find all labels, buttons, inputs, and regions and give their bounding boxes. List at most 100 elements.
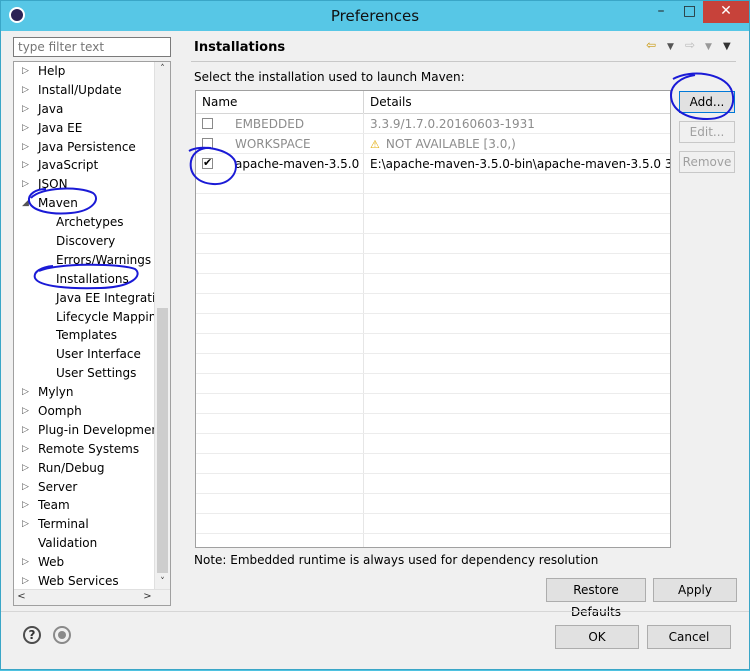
tree-item-label: Web Services <box>38 574 119 589</box>
tree-item-validation[interactable]: Validation <box>14 534 156 553</box>
collapsed-arrow-icon[interactable]: ▷ <box>22 100 32 118</box>
grid-line <box>196 433 670 434</box>
back-arrow-icon[interactable]: ⇦ <box>646 38 656 52</box>
footer-divider <box>1 611 749 612</box>
collapsed-arrow-icon[interactable]: ▷ <box>22 81 32 99</box>
tree-item-templates[interactable]: Templates <box>14 326 156 345</box>
tree-item-install-update[interactable]: ▷ Install/Update <box>14 81 156 100</box>
remove-button[interactable]: Remove <box>679 151 735 173</box>
tree-item-maven[interactable]: ◢ Maven <box>14 194 156 213</box>
column-header-details[interactable]: Details <box>370 95 412 109</box>
window-title: Preferences <box>330 7 420 25</box>
minimize-button[interactable]: – <box>646 1 676 23</box>
table-row-workspace[interactable]: WORKSPACE ⚠ NOT AVAILABLE [3.0,) <box>196 134 670 154</box>
collapsed-arrow-icon[interactable]: ▷ <box>22 553 32 571</box>
grid-line <box>196 513 670 514</box>
collapsed-arrow-icon[interactable]: ▷ <box>22 478 32 496</box>
scroll-down-arrow-icon[interactable]: ˅ <box>155 575 170 590</box>
table-row-apache-maven[interactable]: ✔ apache-maven-3.5.0 E:\apache-maven-3.5… <box>196 154 670 174</box>
scroll-thumb[interactable] <box>157 308 168 573</box>
tree-item-user-interface[interactable]: User Interface <box>14 345 156 364</box>
collapsed-arrow-icon[interactable]: ▷ <box>22 459 32 477</box>
tree-item-label: Help <box>38 64 66 78</box>
tree-item-help[interactable]: ▷ Help <box>14 62 156 81</box>
tree-item-run-debug[interactable]: ▷ Run/Debug <box>14 459 156 478</box>
tree-item-server[interactable]: ▷ Server <box>14 478 156 497</box>
row-checkbox[interactable] <box>202 118 213 129</box>
collapsed-arrow-icon[interactable]: ▷ <box>22 138 32 156</box>
row-name: EMBEDDED <box>235 117 305 131</box>
warning-icon: ⚠ <box>370 138 380 151</box>
forward-menu-chevron-icon[interactable]: ▼ <box>705 42 712 52</box>
collapsed-arrow-icon[interactable]: ▷ <box>22 383 32 401</box>
expanded-arrow-icon[interactable]: ◢ <box>22 194 32 212</box>
column-header-name[interactable]: Name <box>202 95 237 109</box>
tree-horizontal-scrollbar[interactable]: < > <box>14 589 170 605</box>
row-checkbox[interactable]: ✔ <box>202 157 213 169</box>
cancel-button[interactable]: Cancel <box>647 625 731 649</box>
tree-item-label: Maven <box>38 196 78 211</box>
tree-item-mylyn[interactable]: ▷ Mylyn <box>14 383 156 402</box>
grid-line <box>196 493 670 494</box>
view-menu-icon[interactable]: ▼ <box>723 41 731 52</box>
tree-item-label: Team <box>38 498 70 513</box>
scroll-right-arrow-icon[interactable]: > <box>140 590 155 605</box>
tree-item-team[interactable]: ▷ Team <box>14 496 156 515</box>
tree-item-archetypes[interactable]: Archetypes <box>14 213 156 232</box>
apply-button[interactable]: Apply <box>653 578 737 602</box>
embedded-runtime-note: Note: Embedded runtime is always used fo… <box>194 553 599 567</box>
collapsed-arrow-icon[interactable]: ▷ <box>22 421 32 439</box>
ok-button[interactable]: OK <box>555 625 639 649</box>
tree-item-lifecycle-mappings[interactable]: Lifecycle Mappings <box>14 308 170 327</box>
tree-item-java[interactable]: ▷ Java <box>14 100 156 119</box>
tree-item-java-ee-integration[interactable]: Java EE Integration <box>14 289 170 308</box>
maximize-button[interactable]: □ <box>676 1 703 23</box>
tree-item-terminal[interactable]: ▷ Terminal <box>14 515 156 534</box>
grid-line <box>196 213 670 214</box>
grid-line <box>196 273 670 274</box>
tree-item-errors-warnings[interactable]: Errors/Warnings <box>14 251 156 270</box>
scroll-left-arrow-icon[interactable]: < <box>14 590 29 605</box>
add-button[interactable]: Add... <box>679 91 735 113</box>
tree-list: ▷ Help ▷ Install/Update ▷ Java ▷ Java EE ▷ Java P… <box>14 62 170 591</box>
tree-vertical-scrollbar[interactable]: ˄ ˅ <box>154 62 170 590</box>
collapsed-arrow-icon[interactable]: ▷ <box>22 572 32 590</box>
grid-line <box>196 473 670 474</box>
tree-item-label: JSON <box>38 177 68 192</box>
collapsed-arrow-icon[interactable]: ▷ <box>22 496 32 514</box>
collapsed-arrow-icon[interactable]: ▷ <box>22 440 32 458</box>
close-button[interactable]: ✕ <box>703 1 749 23</box>
collapsed-arrow-icon[interactable]: ▷ <box>22 515 32 533</box>
tree-item-java-persistence[interactable]: ▷ Java Persistence <box>14 138 156 157</box>
back-menu-chevron-icon[interactable]: ▼ <box>667 42 674 52</box>
table-header: Name Details <box>196 91 670 114</box>
tree-item-json[interactable]: ▷ JSON <box>14 175 156 194</box>
tree-item-java-ee[interactable]: ▷ Java EE <box>14 119 156 138</box>
collapsed-arrow-icon[interactable]: ▷ <box>22 119 32 137</box>
tree-item-user-settings[interactable]: User Settings <box>14 364 156 383</box>
tree-item-plug-in-development[interactable]: ▷ Plug-in Development <box>14 421 164 440</box>
edit-button[interactable]: Edit... <box>679 121 735 143</box>
tree-item-remote-systems[interactable]: ▷ Remote Systems <box>14 440 156 459</box>
collapsed-arrow-icon[interactable]: ▷ <box>22 156 32 174</box>
tree-item-installations[interactable]: Installations <box>14 270 156 289</box>
filter-input[interactable] <box>13 37 171 57</box>
scroll-up-arrow-icon[interactable]: ˄ <box>155 62 170 77</box>
import-export-icon[interactable] <box>53 626 71 644</box>
row-checkbox[interactable] <box>202 138 213 149</box>
forward-arrow-icon[interactable]: ⇨ <box>685 38 695 52</box>
collapsed-arrow-icon[interactable]: ▷ <box>22 402 32 420</box>
column-divider[interactable] <box>363 91 364 113</box>
tree-item-javascript[interactable]: ▷ JavaScript <box>14 156 156 175</box>
help-icon[interactable]: ? <box>23 626 41 644</box>
tree-item-label: Installations <box>56 271 129 286</box>
table-row-embedded[interactable]: EMBEDDED 3.3.9/1.7.0.20160603-1931 <box>196 114 670 134</box>
restore-defaults-button[interactable]: Restore Defaults <box>546 578 646 619</box>
collapsed-arrow-icon[interactable]: ▷ <box>22 62 32 80</box>
tree-item-label: Mylyn <box>38 385 74 400</box>
tree-item-web[interactable]: ▷ Web <box>14 553 156 572</box>
preferences-window: Preferences – □ ✕ ▷ Help ▷ Install/Update ▷ J… <box>0 0 750 670</box>
tree-item-oomph[interactable]: ▷ Oomph <box>14 402 156 421</box>
tree-item-discovery[interactable]: Discovery <box>14 232 156 251</box>
collapsed-arrow-icon[interactable]: ▷ <box>22 175 32 193</box>
